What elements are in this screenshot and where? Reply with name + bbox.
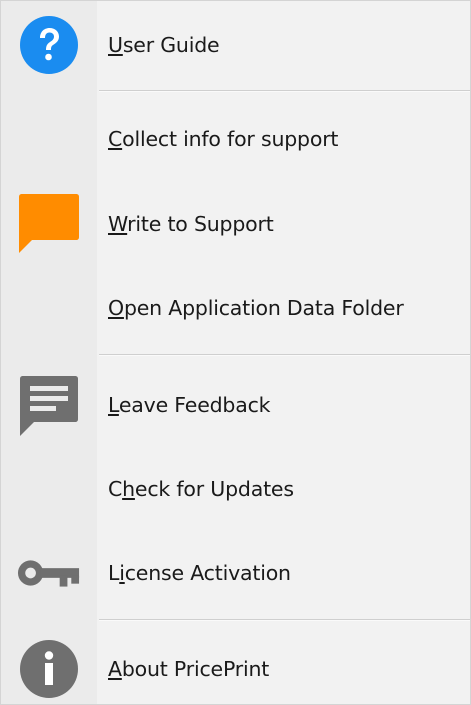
menu-separator bbox=[99, 354, 470, 356]
menu-item-write-support[interactable]: Write to Support bbox=[1, 192, 470, 256]
menu-item-user-guide[interactable]: User Guide bbox=[1, 13, 470, 77]
menu-item-label: Open Application Data Folder bbox=[108, 296, 404, 320]
menu-item-about[interactable]: About PricePrint bbox=[1, 637, 470, 701]
menu-item-label: Check for Updates bbox=[108, 477, 294, 501]
info-icon bbox=[17, 637, 81, 701]
menu-item-label: Write to Support bbox=[108, 212, 274, 236]
help-icon bbox=[17, 13, 81, 77]
speech-bubble-icon bbox=[17, 192, 81, 256]
key-icon bbox=[17, 541, 81, 605]
menu-item-license-activation[interactable]: License Activation bbox=[1, 541, 470, 605]
menu-item-collect-info[interactable]: Collect info for support bbox=[1, 107, 470, 171]
feedback-icon bbox=[17, 373, 81, 437]
menu-item-label: License Activation bbox=[108, 561, 291, 585]
help-menu: User Guide Collect info for support Writ… bbox=[0, 0, 471, 705]
menu-separator bbox=[99, 90, 470, 92]
menu-item-label: Leave Feedback bbox=[108, 393, 271, 417]
menu-item-label: About PricePrint bbox=[108, 657, 270, 681]
menu-separator bbox=[99, 619, 470, 621]
menu-item-open-data-folder[interactable]: Open Application Data Folder bbox=[1, 276, 470, 340]
menu-item-leave-feedback[interactable]: Leave Feedback bbox=[1, 373, 470, 437]
menu-item-check-updates[interactable]: Check for Updates bbox=[1, 457, 470, 521]
menu-item-label: User Guide bbox=[108, 33, 220, 57]
menu-item-label: Collect info for support bbox=[108, 127, 339, 151]
